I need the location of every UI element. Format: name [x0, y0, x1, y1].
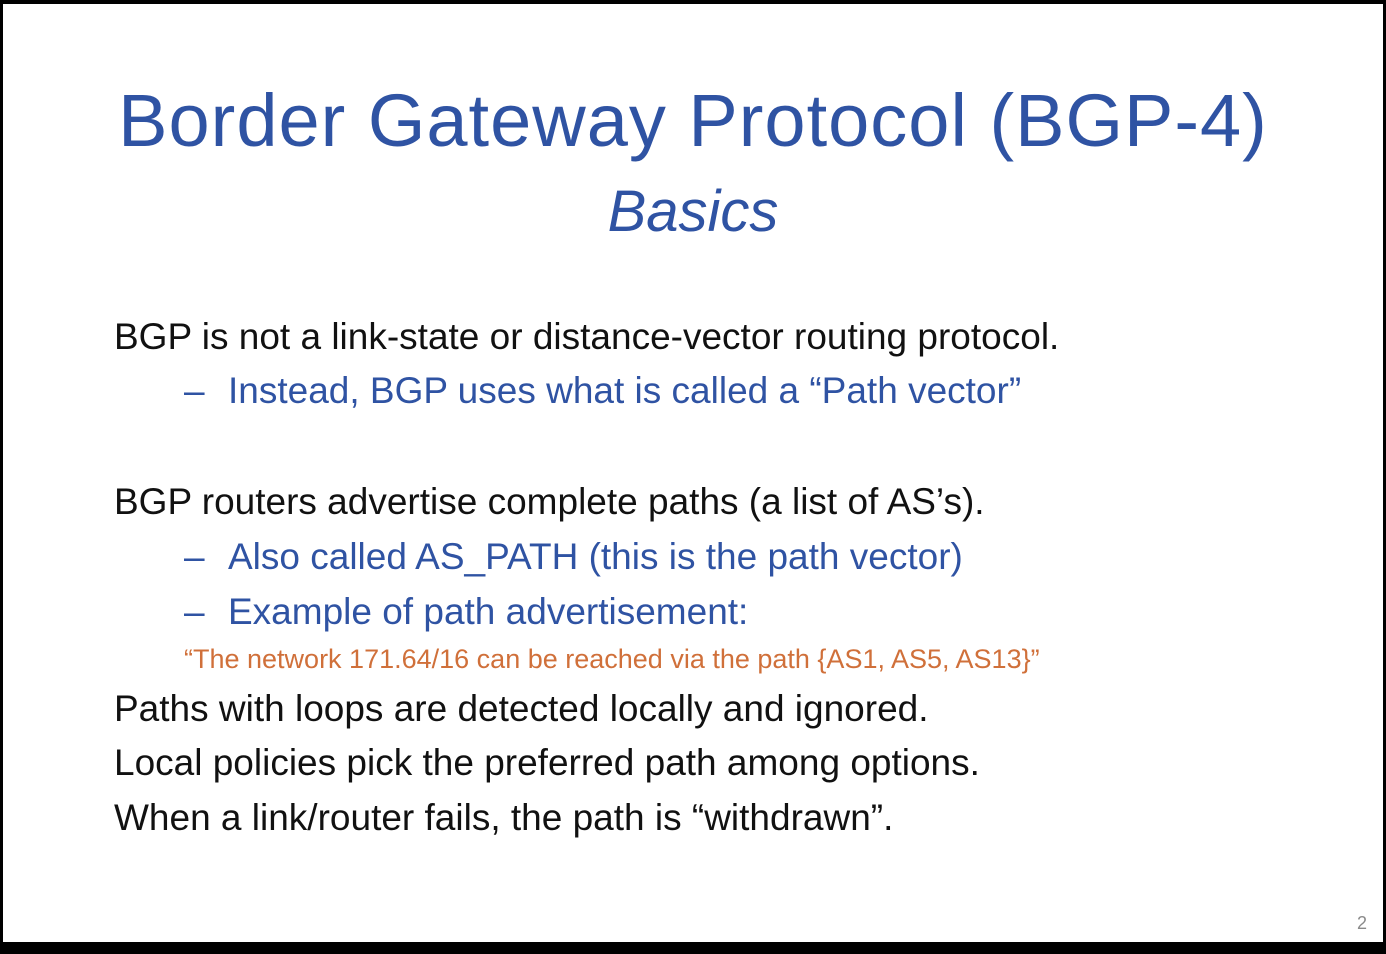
dash-marker: – [184, 591, 205, 632]
slide-subtitle: Basics [607, 179, 779, 244]
dash-marker: – [184, 370, 205, 411]
bullet-not-link-state: BGP is not a link-state or distance-vect… [114, 316, 1060, 357]
sub-bullet-text: Example of path advertisement: [228, 591, 749, 632]
slide: Border Gateway Protocol (BGP-4) Basics B… [3, 4, 1383, 942]
bullet-local-policies: Local policies pick the preferred path a… [114, 742, 980, 783]
sub-bullet-as-path: – Also called AS_PATH (this is the path v… [184, 536, 963, 578]
dash-marker: – [184, 536, 205, 577]
page-number: 2 [1356, 913, 1367, 933]
bullet-advertise-paths: BGP routers advertise complete paths (a … [114, 481, 985, 522]
bullet-loops-ignored: Paths with loops are detected locally an… [114, 688, 929, 729]
slide-title: Border Gateway Protocol (BGP-4) [118, 79, 1268, 162]
sub-bullet-path-vector: – Instead, BGP uses what is called a “Pat… [184, 370, 1021, 412]
bullet-path-withdrawn: When a link/router fails, the path is “w… [114, 797, 894, 838]
sub-bullet-example: – Example of path advertisement: [184, 591, 748, 633]
sub-bullet-text: Also called AS_PATH (this is the path ve… [228, 536, 963, 577]
sub-bullet-text: Instead, BGP uses what is called a “Path… [228, 370, 1022, 411]
presentation-frame: Border Gateway Protocol (BGP-4) Basics B… [0, 0, 1386, 954]
example-advertisement: “The network 171.64/16 can be reached vi… [184, 644, 1040, 674]
